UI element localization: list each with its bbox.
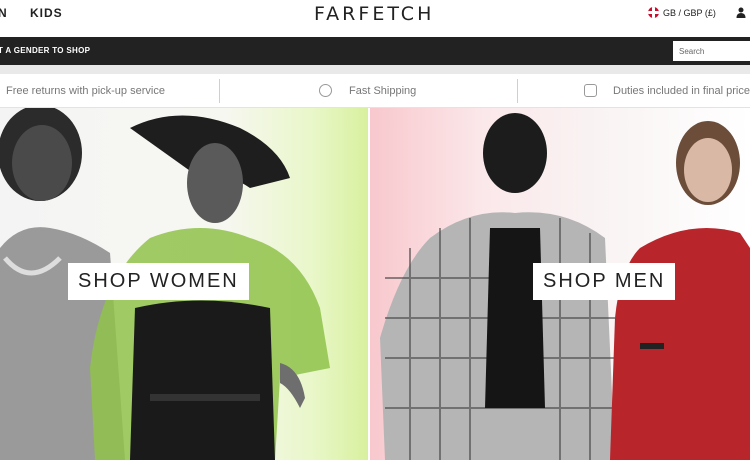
shop-women-banner[interactable]: SHOP WOMEN	[0, 108, 368, 460]
duties-icon	[584, 84, 597, 97]
nav-item-men-partial[interactable]: N	[0, 6, 8, 20]
gender-prompt[interactable]: T A GENDER TO SHOP	[0, 46, 90, 55]
site-logo[interactable]: FARFETCH	[314, 3, 434, 25]
info-spacer	[0, 65, 750, 74]
free-returns-text[interactable]: Free returns with pick-up service	[6, 85, 165, 97]
fast-shipping-text[interactable]: Fast Shipping	[349, 85, 416, 97]
region-label: GB / GBP (£)	[663, 7, 716, 18]
nav-item-kids[interactable]: KIDS	[30, 6, 63, 20]
region-selector[interactable]: GB / GBP (£)	[648, 7, 716, 18]
info-divider	[517, 79, 518, 103]
service-info-strip: Free returns with pick-up service Fast S…	[0, 74, 750, 108]
search-input[interactable]	[673, 41, 750, 61]
shop-women-label[interactable]: SHOP WOMEN	[68, 263, 249, 300]
user-account-icon[interactable]	[736, 7, 746, 18]
gender-bar: T A GENDER TO SHOP	[0, 37, 750, 65]
shop-men-banner[interactable]: SHOP MEN	[370, 108, 750, 460]
top-header: N KIDS FARFETCH GB / GBP (£)	[0, 0, 750, 37]
info-divider	[219, 79, 220, 103]
shop-men-label[interactable]: SHOP MEN	[533, 263, 676, 300]
uk-flag-icon	[648, 7, 659, 18]
fast-shipping-icon	[319, 84, 332, 97]
duties-text[interactable]: Duties included in final price	[613, 85, 750, 97]
